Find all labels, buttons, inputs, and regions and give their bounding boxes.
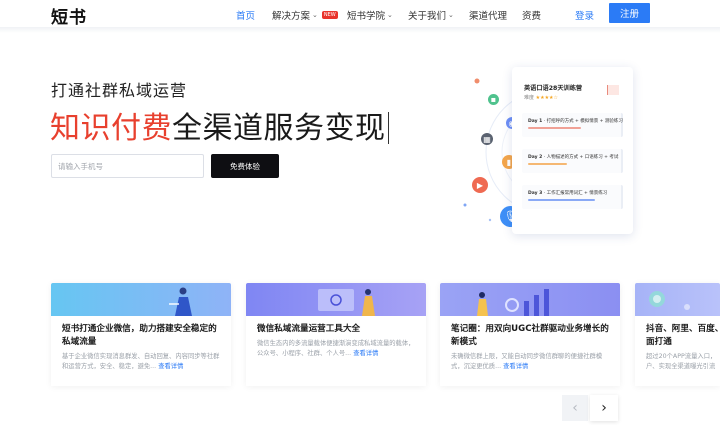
nav-item-label: 解决方案 [272, 11, 311, 22]
free-trial-button[interactable]: 免费体验 [211, 154, 279, 178]
article-card[interactable]: 笔记圈：用双向UGC社群驱动业务增长的新模式 未确微信群上限，又能自动同步微信群… [440, 283, 620, 386]
hero-title: 知识付费全渠道服务变现 [50, 103, 389, 147]
day-item: Day 1 · 打招呼的方式 + 模拟情景 + 测验练习 [522, 113, 623, 137]
card-description: 未确微信群上限，又能自动同步微信群聊的便捷社群模式，沉淀更优质... 查看详情 [451, 352, 611, 372]
day-progress-bar [528, 199, 595, 201]
day-text: · 人物描述的方式 + 口语练习 + 考试 [543, 155, 619, 160]
day-label: Day 3 · 工作汇报常用词汇 + 情景练习 [528, 190, 607, 196]
day-number: Day 3 [528, 191, 543, 196]
card-desc-text: 超过20个APP流量入口，户、实现全渠道曝光引流 [646, 353, 717, 370]
nav-item-channel[interactable]: 渠道代理 [469, 8, 507, 22]
course-rating: 难度 ★★★★☆ [524, 94, 558, 101]
card-description: 微信生态内的多流量载体便捷渐演变成私域流量的载体，公众号、小程序、社群、个人号.… [257, 339, 417, 359]
phone-input[interactable] [51, 154, 204, 178]
day-text: · 工作汇报常用词汇 + 情景练习 [543, 191, 608, 196]
hero-title-highlight: 知识付费 [50, 111, 172, 146]
nav-item-about[interactable]: 关于我们 ⌄ [408, 8, 454, 22]
card-title: 笔记圈：用双向UGC社群驱动业务增长的新模式 [451, 324, 609, 347]
nav-item-label: 渠道代理 [469, 11, 508, 22]
hero-subtitle: 打通社群私域运营 [51, 81, 188, 100]
card-banner-image [440, 283, 620, 316]
previous-arrow-icon[interactable]: ‹ [562, 395, 588, 421]
logo[interactable]: 短书 [51, 3, 87, 28]
day-item: Day 2 · 人物描述的方式 + 口语练习 + 考试 [522, 149, 623, 173]
nav-divider [0, 27, 720, 33]
flag-icon [607, 85, 619, 95]
nav-item-label: 关于我们 [408, 11, 447, 22]
article-card[interactable]: 短书打通企业微信，助力搭建安全稳定的私域流量 基于企业微信实现消息群发、自动回复… [51, 283, 231, 386]
card-banner-image [635, 283, 720, 316]
login-link[interactable]: 登录 [575, 8, 594, 22]
day-progress-bar [528, 127, 581, 129]
nav-item-pricing[interactable]: 资费 [522, 8, 541, 22]
person-illustration [318, 289, 375, 316]
day-number: Day 2 [528, 155, 543, 160]
growth-chart-illustration [477, 289, 549, 316]
star-icons: ★★★★☆ [535, 95, 559, 101]
day-progress-bar [528, 163, 567, 165]
nav-item-label: 短书学院 [347, 11, 386, 22]
course-preview-card: 英语口语28天训练营 难度 ★★★★☆ Day 1 · 打招呼的方式 + 模拟情… [512, 67, 633, 234]
day-text: · 打招呼的方式 + 模拟情景 + 测验练习 [543, 119, 623, 124]
chat-icon: ▪ [488, 94, 499, 105]
circle-illustration [649, 291, 690, 310]
card-banner-image [246, 283, 426, 316]
view-details-link[interactable]: 查看详情 [353, 350, 378, 357]
top-navbar: 短书 首页 解决方案 ⌄ NEW 短书学院 ⌄ 关于我们 ⌄ 渠道代理 资费 登… [0, 0, 720, 28]
nav-item-academy[interactable]: 短书学院 ⌄ [347, 8, 393, 22]
card-desc-text: 微信生态内的多流量载体便捷渐演变成私域流量的载体，公众号、小程序、社群、个人号.… [257, 340, 415, 357]
course-title: 英语口语28天训练营 [524, 85, 583, 92]
card-banner-image [51, 283, 231, 316]
view-details-link[interactable]: 查看详情 [158, 363, 183, 370]
day-item: Day 3 · 工作汇报常用词汇 + 情景练习 [522, 185, 623, 209]
day-label: Day 1 · 打招呼的方式 + 模拟情景 + 测验练习 [528, 118, 623, 124]
rating-label: 难度 [524, 95, 535, 101]
chevron-down-icon: ⌄ [448, 11, 454, 19]
card-description: 基于企业微信实现消息群发、自动回复、内容同步等社群和运营方式，安全、稳定，避免.… [62, 352, 222, 372]
article-card[interactable]: 微信私域流量运营工具大全 微信生态内的多流量载体便捷渐演变成私域流量的载体，公众… [246, 283, 426, 386]
nav-item-home[interactable]: 首页 [236, 8, 255, 22]
typing-cursor [387, 112, 389, 144]
new-badge: NEW [321, 11, 338, 19]
hero-title-rest: 全渠道服务变现 [172, 111, 386, 146]
view-details-link[interactable]: 查看详情 [503, 363, 528, 370]
video-icon: ▶ [472, 177, 488, 193]
chevron-down-icon: ⌄ [312, 11, 318, 19]
nav-item-label: 资费 [522, 11, 542, 22]
card-desc-text: 基于企业微信实现消息群发、自动回复、内容同步等社群和运营方式，安全、稳定，避免.… [62, 353, 220, 370]
nav-item-label: 首页 [236, 11, 256, 22]
article-card[interactable]: 抖音、阿里、百度、面打通 超过20个APP流量入口，户、实现全渠道曝光引流 [635, 283, 720, 386]
next-arrow-icon[interactable]: › [590, 395, 618, 421]
nav-item-solutions[interactable]: 解决方案 ⌄ NEW [272, 8, 338, 22]
card-title: 短书打通企业微信，助力搭建安全稳定的私域流量 [62, 324, 217, 347]
card-description: 超过20个APP流量入口，户、实现全渠道曝光引流 [646, 352, 720, 372]
card-title: 抖音、阿里、百度、面打通 [646, 324, 720, 347]
chevron-down-icon: ⌄ [387, 11, 393, 19]
day-label: Day 2 · 人物描述的方式 + 口语练习 + 考试 [528, 154, 618, 160]
day-number: Day 1 [528, 119, 543, 124]
calendar-icon: ▦ [481, 133, 493, 145]
person-illustration [169, 287, 192, 316]
register-button[interactable]: 注册 [609, 3, 650, 23]
card-title: 微信私域流量运营工具大全 [257, 324, 361, 334]
